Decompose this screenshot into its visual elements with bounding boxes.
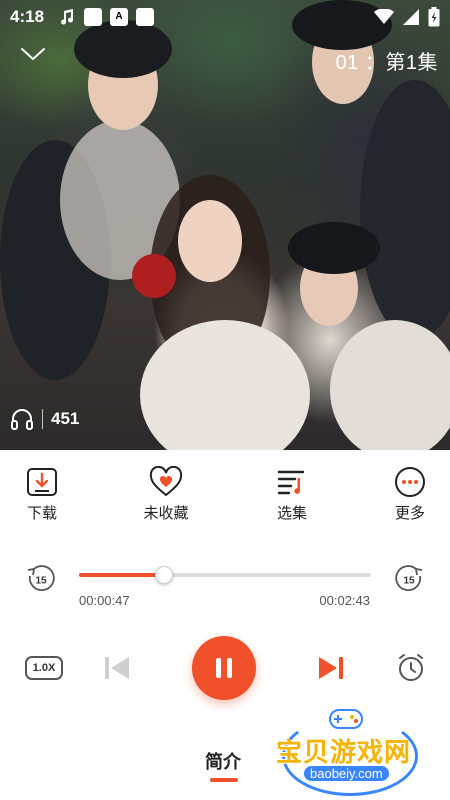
headphones-icon: [11, 409, 33, 430]
download-label: 下载: [26, 505, 57, 522]
download-button[interactable]: 下载: [2, 466, 82, 523]
artwork-shape: [360, 80, 450, 340]
progress-row: 15 15 00:00:47 00:02:43: [0, 560, 450, 620]
playlist-icon: [277, 470, 305, 495]
svg-text:15: 15: [35, 576, 47, 587]
skip-next-icon: [319, 657, 343, 679]
previous-button[interactable]: [103, 654, 131, 687]
more-icon: [395, 467, 425, 497]
wifi-icon: [374, 9, 394, 24]
tab-intro[interactable]: 简介: [205, 748, 241, 774]
heart-icon: [149, 466, 183, 497]
progress-thumb[interactable]: [154, 566, 173, 584]
more-label: 更多: [394, 505, 425, 522]
more-button[interactable]: 更多: [370, 466, 450, 523]
artwork-shape: [288, 222, 380, 274]
episodes-button[interactable]: 选集: [252, 466, 332, 523]
listen-count-value: 451: [51, 409, 80, 428]
progress-slider[interactable]: [79, 566, 371, 584]
playback-controls: 1.0X: [0, 636, 450, 700]
svg-text:15: 15: [403, 576, 415, 587]
artwork-shape: [178, 200, 242, 282]
favorite-label: 未收藏: [143, 505, 189, 522]
pause-icon: [216, 658, 232, 678]
app-icon: [84, 8, 103, 26]
download-icon: [27, 468, 57, 496]
skip-back-button[interactable]: 15: [26, 564, 56, 599]
system-icons: [374, 7, 440, 27]
current-time: 00:00:47: [79, 593, 130, 608]
skip-previous-icon: [105, 657, 129, 679]
tab-indicator: [210, 778, 238, 782]
battery-icon: [428, 7, 440, 27]
watermark-title: 宝贝游戏网: [276, 737, 412, 767]
rose-shape: [132, 254, 176, 298]
forward-15-icon: 15: [395, 565, 423, 591]
action-row: 下载 未收藏 选集 更多: [0, 466, 450, 530]
status-bar: 4:18 A: [0, 0, 450, 34]
episodes-label: 选集: [276, 505, 307, 522]
a-icon: A: [110, 8, 129, 26]
gamepad-icon: [329, 709, 363, 729]
progress-fill: [79, 573, 164, 577]
app-icon: [136, 8, 155, 26]
sleep-timer-button[interactable]: [396, 653, 426, 688]
chevron-down-icon: [21, 48, 45, 60]
episode-title: 01 ：第1集: [335, 52, 438, 74]
watermark-logo: 宝贝游戏网 baobeiy.com: [276, 706, 426, 796]
artwork-shape: [330, 320, 450, 450]
watermark-url: baobeiy.com: [304, 766, 389, 781]
divider: [42, 409, 43, 429]
collapse-button[interactable]: [18, 42, 48, 66]
status-time: 4:18: [10, 7, 45, 26]
listen-count: 451: [10, 408, 79, 430]
total-time: 00:02:43: [319, 593, 370, 608]
alarm-clock-icon: [399, 654, 423, 681]
next-button[interactable]: [317, 654, 345, 687]
signal-icon: [403, 9, 419, 25]
speed-button[interactable]: 1.0X: [25, 656, 63, 680]
skip-forward-button[interactable]: 15: [394, 564, 424, 599]
rewind-15-icon: 15: [27, 565, 55, 591]
favorite-button[interactable]: 未收藏: [126, 466, 206, 523]
notification-icons: A: [58, 8, 155, 26]
pause-button[interactable]: [192, 636, 256, 700]
music-note-icon: [61, 9, 74, 25]
